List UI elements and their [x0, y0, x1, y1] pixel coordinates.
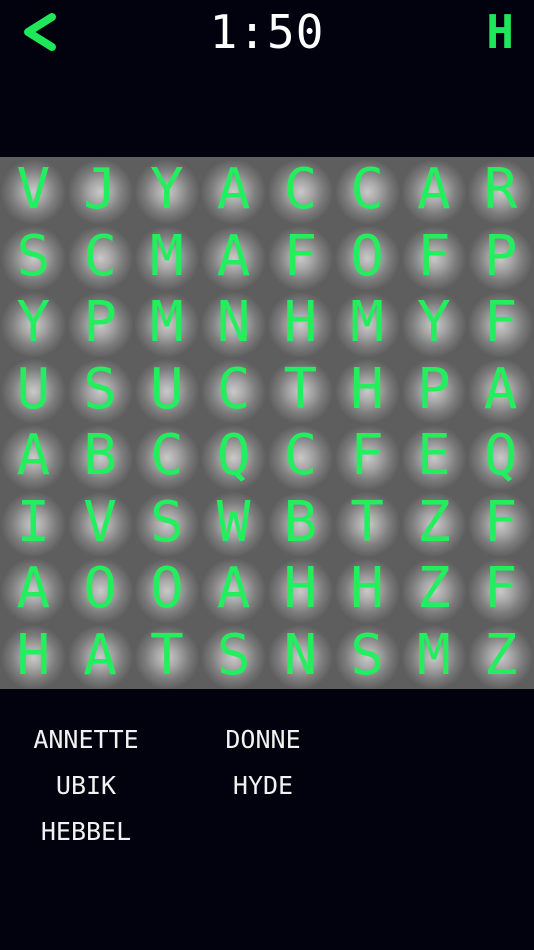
grid-cell[interactable]: S [333, 622, 401, 689]
grid-cell[interactable]: N [200, 290, 267, 357]
grid-cell[interactable]: H [0, 622, 67, 689]
grid-cell[interactable]: S [133, 489, 201, 556]
grid-cell[interactable]: M [333, 290, 401, 357]
grid-cell[interactable]: I [0, 489, 67, 556]
grid-cell[interactable]: J [66, 157, 134, 224]
word-list-item: HYDE [232, 771, 294, 800]
grid-cell[interactable]: P [66, 290, 134, 357]
grid-cell[interactable]: A [66, 622, 134, 689]
grid-cell[interactable]: H [267, 556, 334, 623]
word-search-screen: 1:50 H VJYACCARSCMAFOFPYPMNHMYFUSUCTHPAA… [0, 0, 534, 950]
grid-cell[interactable]: R [467, 157, 534, 224]
timer: 1:50 [209, 5, 325, 59]
grid-cell[interactable]: F [467, 556, 534, 623]
grid-cell[interactable]: C [200, 356, 267, 423]
grid-cell[interactable]: Y [0, 290, 67, 357]
grid-cell[interactable]: A [200, 556, 267, 623]
letter-grid: VJYACCARSCMAFOFPYPMNHMYFUSUCTHPAABCQCFEQ… [0, 157, 534, 689]
hint-button[interactable]: H [486, 0, 514, 64]
grid-cell[interactable]: F [400, 223, 468, 290]
grid-cell[interactable]: P [400, 356, 468, 423]
grid-cell[interactable]: A [200, 223, 267, 290]
grid-cell[interactable]: V [66, 489, 134, 556]
grid-cell[interactable]: Z [467, 622, 534, 689]
grid-cell[interactable]: T [333, 489, 401, 556]
grid-cell[interactable]: N [267, 622, 334, 689]
grid-cell[interactable]: B [66, 423, 134, 490]
word-list-item: HEBBEL [40, 817, 132, 846]
grid-cell[interactable]: O [66, 556, 134, 623]
grid-cell[interactable]: C [267, 157, 334, 224]
grid-cell[interactable]: C [133, 423, 201, 490]
grid-cell[interactable]: B [267, 489, 334, 556]
grid-cell[interactable]: T [133, 622, 201, 689]
grid-cell[interactable]: V [0, 157, 67, 224]
grid-cell[interactable]: S [200, 622, 267, 689]
grid-cell[interactable]: M [133, 290, 201, 357]
grid-cell[interactable]: U [133, 356, 201, 423]
grid-cell[interactable]: Q [467, 423, 534, 490]
grid-cell[interactable]: Z [400, 556, 468, 623]
grid-cell[interactable]: Y [133, 157, 201, 224]
grid-cell[interactable]: S [0, 223, 67, 290]
grid-cell[interactable]: F [333, 423, 401, 490]
grid-cell[interactable]: S [66, 356, 134, 423]
grid-cell[interactable]: P [467, 223, 534, 290]
grid-cell[interactable]: Q [200, 423, 267, 490]
grid-cell[interactable]: Z [400, 489, 468, 556]
grid-cell[interactable]: F [467, 489, 534, 556]
grid-cell[interactable]: A [200, 157, 267, 224]
grid-cell[interactable]: W [200, 489, 267, 556]
grid-cell[interactable]: H [333, 556, 401, 623]
grid-cell[interactable]: H [333, 356, 401, 423]
grid-cell[interactable]: T [267, 356, 334, 423]
word-list-item: UBIK [55, 771, 117, 800]
grid-cell[interactable]: M [400, 622, 468, 689]
grid-cell[interactable]: M [133, 223, 201, 290]
grid-cell[interactable]: C [333, 157, 401, 224]
grid-cell[interactable]: Y [400, 290, 468, 357]
grid-cell[interactable]: F [267, 223, 334, 290]
grid-cell[interactable]: O [133, 556, 201, 623]
grid-cell[interactable]: U [0, 356, 67, 423]
word-list-item: DONNE [225, 725, 301, 754]
grid-cell[interactable]: C [66, 223, 134, 290]
grid-cell[interactable]: H [267, 290, 334, 357]
grid-cell[interactable]: A [400, 157, 468, 224]
grid-cell[interactable]: A [0, 556, 67, 623]
top-bar: 1:50 H [0, 0, 534, 64]
grid-cell[interactable]: A [467, 356, 534, 423]
grid-cell[interactable]: F [467, 290, 534, 357]
grid-cell[interactable]: E [400, 423, 468, 490]
grid-cell[interactable]: O [333, 223, 401, 290]
word-list-item: ANNETTE [33, 725, 139, 754]
grid-cell[interactable]: A [0, 423, 67, 490]
grid-cell[interactable]: C [267, 423, 334, 490]
